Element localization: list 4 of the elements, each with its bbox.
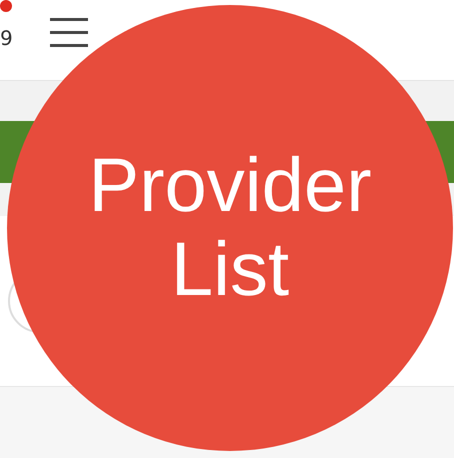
notification-count: 9 [0,28,13,48]
menu-icon[interactable] [50,16,88,48]
title-text: Provider List [88,144,372,312]
notification-dot [0,0,12,12]
